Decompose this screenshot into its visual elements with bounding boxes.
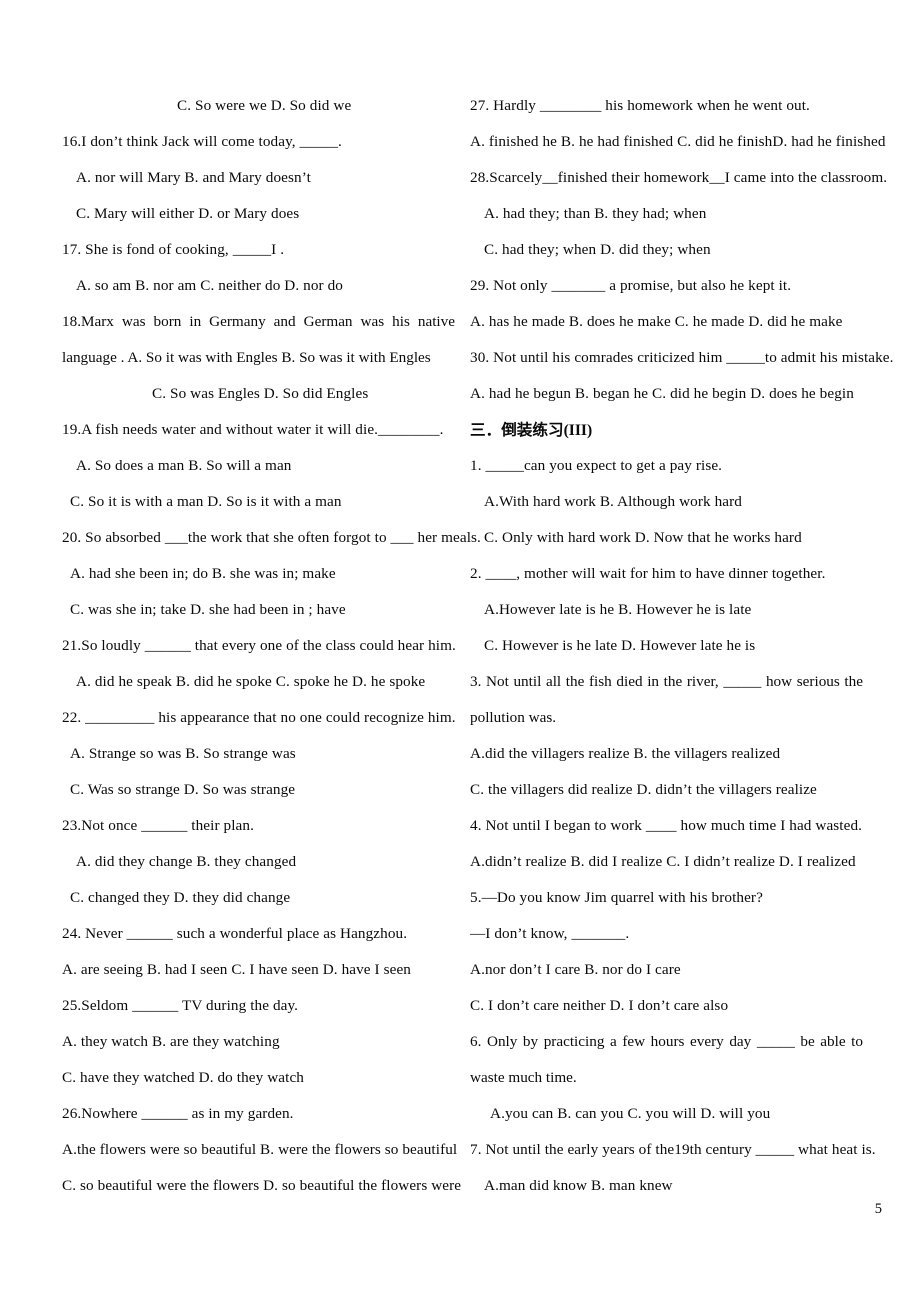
exercise-line: 26.Nowhere ______ as in my garden. [62, 1105, 294, 1122]
exercise-line: 17. She is fond of cooking, _____I . [62, 241, 285, 258]
exercise-line: 2. ____, mother will wait for him to hav… [470, 565, 826, 582]
exercise-line: C. so beautiful were the flowers D. so b… [62, 1177, 462, 1194]
exercise-line: C. had they; when D. did they; when [484, 241, 711, 258]
exercise-line: A. had he begun B. began he C. did he be… [470, 385, 854, 402]
exercise-line: A. finished he B. he had finished C. did… [470, 133, 886, 150]
exercise-paragraph: 6. Only by practicing a few hours every … [470, 1033, 863, 1086]
exercise-line: A. they watch B. are they watching [62, 1033, 280, 1050]
exercise-line: C. So were we D. So did we [177, 97, 352, 114]
exercise-line: A. Strange so was B. So strange was [70, 745, 296, 762]
exercise-line: 23.Not once ______ their plan. [62, 817, 254, 834]
section-heading: 三．倒装练习(III) [470, 412, 863, 448]
exercise-line: A.didn’t realize B. did I realize C. I d… [470, 853, 856, 870]
exercise-line: 21.So loudly ______ that every one of th… [62, 637, 456, 654]
exercise-line: A.However late is he B. However he is la… [484, 601, 752, 618]
exercise-line: A. has he made B. does he make C. he mad… [470, 313, 843, 330]
right-text-column: 27. Hardly ________ his homework when he… [470, 88, 894, 1204]
exercise-line: A. did he speak B. did he spoke C. spoke… [76, 673, 426, 690]
exercise-line: C. changed they D. they did change [70, 889, 291, 906]
exercise-line: 19.A fish needs water and without water … [62, 421, 444, 438]
exercise-line: A.the flowers were so beautiful B. were … [62, 1141, 458, 1158]
exercise-line: A. are seeing B. had I seen C. I have se… [62, 961, 411, 978]
exercise-line: A.you can B. can you C. you will D. will… [490, 1105, 771, 1122]
exercise-line: 4. Not until I began to work ____ how mu… [470, 817, 863, 834]
exercise-paragraph: 18.Marx was born in Germany and German w… [62, 313, 455, 366]
exercise-line: A. nor will Mary B. and Mary doesn’t [76, 169, 311, 186]
exercise-line: 16.I don’t think Jack will come today, _… [62, 133, 342, 150]
exercise-line: C. have they watched D. do they watch [62, 1069, 304, 1086]
exercise-line: 29. Not only _______ a promise, but also… [470, 277, 792, 294]
exercise-line: 28.Scarcely__finished their homework__I … [470, 169, 888, 186]
exercise-line: C. was she in; take D. she had been in ;… [70, 601, 346, 618]
section-heading-prefix: 三． [470, 421, 502, 439]
exercise-line: 24. Never ______ such a wonderful place … [62, 925, 408, 942]
exercise-line: A. so am B. nor am C. neither do D. nor … [76, 277, 343, 294]
section-heading-roman: (III) [563, 422, 593, 439]
exercise-line: A.nor don’t I care B. nor do I care [470, 961, 681, 978]
exercise-line: 7. Not until the early years of the19th … [470, 1141, 876, 1158]
exercise-line: A. had she been in; do B. she was in; ma… [70, 565, 336, 582]
exercise-line: 20. So absorbed ___the work that she oft… [62, 529, 481, 546]
exercise-line: C. Only with hard work D. Now that he wo… [484, 529, 802, 546]
exercise-line: 1. _____can you expect to get a pay rise… [470, 457, 723, 474]
exercise-line: 5.—Do you know Jim quarrel with his brot… [470, 889, 763, 906]
exercise-line: A. So does a man B. So will a man [76, 457, 292, 474]
exercise-line: C. the villagers did realize D. didn’t t… [470, 781, 817, 798]
exercise-line: A.With hard work B. Although work hard [484, 493, 742, 510]
section-heading-title: 倒装练习 [501, 421, 564, 439]
exercise-line: A. had they; than B. they had; when [484, 205, 707, 222]
left-text-column: C. So were we D. So did we 16.I don’t th… [62, 88, 481, 1204]
exercise-line: 25.Seldom ______ TV during the day. [62, 997, 299, 1014]
exercise-line: C. So was Engles D. So did Engles [152, 385, 369, 402]
exercise-line: 22. _________ his appearance that no one… [62, 709, 456, 726]
page-number: 5 [874, 1201, 882, 1217]
exercise-line: C. However is he late D. However late he… [484, 637, 756, 654]
exercise-line: A. did they change B. they changed [76, 853, 297, 870]
exercise-line: A.man did know B. man knew [484, 1177, 673, 1194]
exercise-line: 30. Not until his comrades criticized hi… [470, 349, 894, 366]
exercise-line: C. I don’t care neither D. I don’t care … [470, 997, 729, 1014]
exercise-line: C. So it is with a man D. So is it with … [70, 493, 342, 510]
exercise-line: 27. Hardly ________ his homework when he… [470, 97, 810, 114]
document-page: C. So were we D. So did we 16.I don’t th… [0, 0, 920, 1302]
exercise-paragraph: 3. Not until all the fish died in the ri… [470, 673, 863, 726]
exercise-line: —I don’t know, _______. [470, 925, 630, 942]
exercise-line: C. Was so strange D. So was strange [70, 781, 296, 798]
exercise-line: A.did the villagers realize B. the villa… [470, 745, 781, 762]
exercise-line: C. Mary will either D. or Mary does [76, 205, 300, 222]
